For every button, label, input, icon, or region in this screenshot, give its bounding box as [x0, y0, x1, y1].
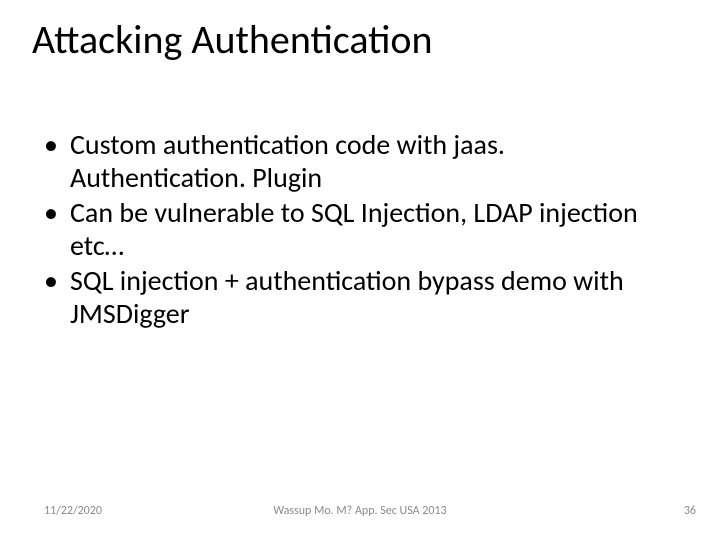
- slide-body: Custom authentication code with jaas. Au…: [44, 128, 676, 332]
- footer-title: Wassup Mo. M? App. Sec USA 2013: [0, 504, 720, 518]
- bullet-item: Can be vulnerable to SQL Injection, LDAP…: [44, 196, 676, 262]
- slide-title: Attacking Authentication: [32, 18, 688, 62]
- footer-page-number: 36: [684, 504, 696, 518]
- bullet-item: Custom authentication code with jaas. Au…: [44, 128, 676, 194]
- bullet-list: Custom authentication code with jaas. Au…: [44, 128, 676, 330]
- slide: Attacking Authentication Custom authenti…: [0, 0, 720, 540]
- bullet-item: SQL injection + authentication bypass de…: [44, 264, 676, 330]
